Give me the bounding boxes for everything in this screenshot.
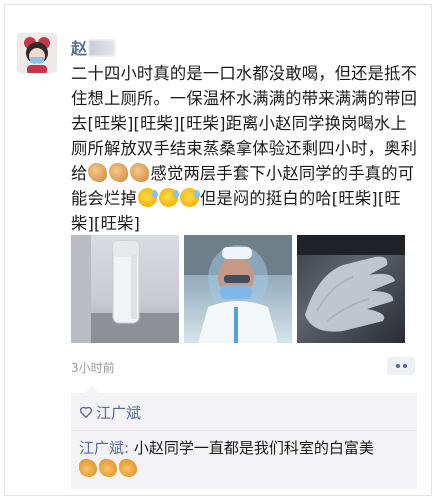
flexed-biceps-icon: [109, 163, 129, 182]
sweat-smile-icon: [137, 188, 158, 207]
sweat-smile-icon: [179, 188, 200, 207]
thumbs-up-icon: [79, 459, 97, 477]
comment-text: 小赵同学一直都是我们科室的白富美: [133, 439, 374, 457]
likes-divider: [71, 430, 417, 431]
likes-row: 江广斌: [79, 402, 141, 422]
post-timestamp: 3小时前: [71, 361, 115, 375]
author-name-text[interactable]: 赵: [71, 39, 87, 58]
post-text: 二十四小时真的是一口水都没敢喝，但还是抵不住想上厕所。一保温杯水满满的带来满满的…: [71, 61, 421, 236]
sweat-smile-icon: [158, 188, 179, 207]
like-name[interactable]: 江广斌: [96, 402, 141, 423]
photo-thermos-cup[interactable]: [71, 235, 179, 343]
comment-item[interactable]: 江广斌: 小赵同学一直都是我们科室的白富美: [79, 438, 409, 480]
thermos-cup-image: [71, 235, 179, 343]
comment-separator: :: [124, 439, 134, 457]
gloved-hand-image: [297, 235, 405, 332]
post-author-name[interactable]: 赵: [71, 35, 116, 58]
avatar[interactable]: [17, 33, 57, 73]
moments-post-card: 赵 二十四小时真的是一口水都没敢喝，但还是抵不住想上厕所。一保温杯水满满的带来满…: [4, 4, 432, 496]
post-text-part-4: 但是闷的挺白的哈: [199, 189, 332, 208]
protective-suit-selfie-image: [184, 235, 292, 343]
blurred-name-mask: [89, 40, 116, 56]
avatar-girl-face-mask-icon: [17, 33, 57, 73]
photo-protective-suit-selfie[interactable]: [184, 235, 292, 343]
likes-comments-panel: 江广斌 江广斌: 小赵同学一直都是我们科室的白富美: [71, 386, 417, 489]
comment-author[interactable]: 江广斌: [79, 439, 124, 457]
photo-gloved-hand[interactable]: [297, 235, 405, 343]
flexed-biceps-icon: [130, 163, 150, 182]
photo-grid: [71, 235, 407, 343]
heart-outline-icon: [79, 406, 93, 418]
more-dot: [395, 364, 400, 368]
flexed-biceps-icon: [88, 163, 108, 182]
more-dot: [402, 364, 407, 368]
post-emote-code-1: [旺柴][旺柴][旺柴]: [87, 114, 226, 133]
thumbs-up-icon: [99, 459, 117, 477]
more-dots-icon[interactable]: [387, 357, 415, 375]
thumbs-up-icon: [119, 459, 137, 477]
